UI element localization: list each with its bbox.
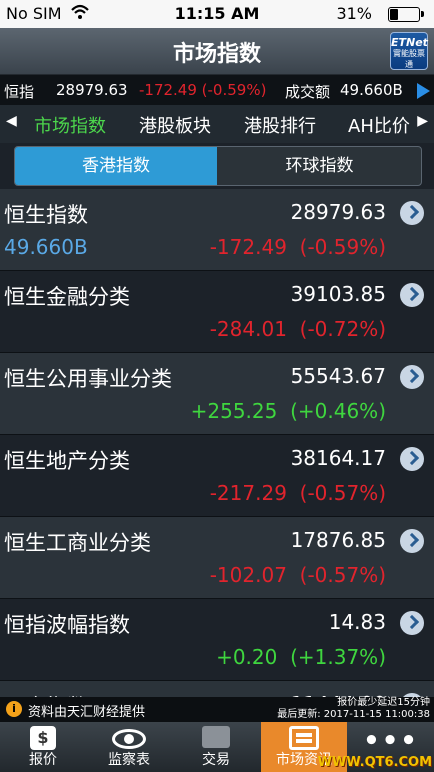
index-change-percent: (-0.57%) <box>299 563 386 587</box>
tab-market-index[interactable]: 市场指数 <box>34 112 106 138</box>
index-row[interactable]: 恒生地产分类 38164.17 -217.29 (-0.57%) <box>0 435 434 517</box>
battery-percent: 31% <box>336 4 372 23</box>
ticker-change: -172.49 (-0.59%) <box>139 81 267 99</box>
index-change-percent: (-0.59%) <box>299 235 386 259</box>
index-change: +255.25 (+0.46%) <box>191 399 386 423</box>
index-change-percent: (+0.46%) <box>290 399 386 423</box>
battery-icon <box>388 7 424 22</box>
ticker-volume-label: 成交额 <box>285 83 331 101</box>
index-value: 39103.85 <box>290 282 386 306</box>
chevron-right-icon[interactable] <box>400 201 424 225</box>
index-value: 14.83 <box>328 610 386 634</box>
chevron-right-icon[interactable]: ▶ <box>417 113 428 129</box>
chevron-right-icon[interactable] <box>400 447 424 471</box>
index-ticker[interactable]: 恒指 28979.63 -172.49 (-0.59%) 成交额 49.660B <box>0 75 434 105</box>
index-turnover: 49.660B <box>4 235 88 259</box>
ticker-label: 恒指 <box>4 83 35 101</box>
index-row[interactable]: 恒生金融分类 39103.85 -284.01 (-0.72%) <box>0 271 434 353</box>
chevron-left-icon[interactable]: ◀ <box>6 113 17 129</box>
index-change: -102.07 (-0.57%) <box>210 563 386 587</box>
index-change-points: -284.01 <box>209 317 287 341</box>
chevron-right-icon[interactable] <box>400 611 424 635</box>
index-change-percent: (-0.57%) <box>299 481 386 505</box>
region-segment: 香港指数 环球指数 <box>14 146 422 186</box>
info-icon: i <box>6 701 22 717</box>
tabbar-quote-label: 报价 <box>29 752 57 768</box>
play-icon[interactable] <box>417 83 430 99</box>
update-info: 报价最少延迟15分钟 最后更新: 2017-11-15 11:00:38 <box>277 697 430 721</box>
index-change: -217.29 (-0.57%) <box>210 481 386 505</box>
logo-text: 實能股票通 <box>393 49 425 69</box>
status-bar: No SIM 11:15 AM 31% <box>0 0 434 28</box>
index-value: 55543.67 <box>290 364 386 388</box>
index-value: 38164.17 <box>290 446 386 470</box>
index-change: -172.49 (-0.59%) <box>210 235 386 259</box>
trade-icon <box>202 726 230 748</box>
index-change-points: -102.07 <box>209 563 287 587</box>
index-list: 恒生指数 28979.63 49.660B -172.49 (-0.59%) 恒生金融分… <box>0 189 434 697</box>
chevron-right-icon[interactable] <box>400 529 424 553</box>
index-change: +0.20 (+1.37%) <box>216 645 386 669</box>
index-name: 恒生公用事业分类 <box>4 367 172 391</box>
more-icon: ••• <box>363 726 419 756</box>
index-change-points: +0.20 <box>216 645 278 669</box>
index-change-points: -172.49 <box>209 235 287 259</box>
watermark: WWW.QT6.COM <box>317 755 432 770</box>
ticker-volume: 49.660B <box>340 81 403 99</box>
index-row[interactable]: 恒生工商业分类 17876.85 -102.07 (-0.57%) <box>0 517 434 599</box>
logo-mark: ETNet <box>391 36 428 49</box>
index-name: 恒生工商业分类 <box>4 531 151 555</box>
index-row[interactable]: 国企指数11444.00 <box>0 681 434 697</box>
quote-icon: $ <box>30 726 56 750</box>
tab-sectors[interactable]: 港股板块 <box>139 112 211 138</box>
index-name: 恒指波幅指数 <box>4 613 130 637</box>
market-icon <box>289 726 319 750</box>
index-change-percent: (-0.72%) <box>299 317 386 341</box>
index-value: 28979.63 <box>290 200 386 224</box>
tab-ah-ratio[interactable]: AH比价 <box>348 112 410 138</box>
data-source: 资料由天汇财经提供 <box>28 705 146 720</box>
app-logo[interactable]: ETNet 實能股票通 <box>390 32 428 70</box>
page-title: 市场指数 <box>172 42 261 67</box>
index-row[interactable]: 恒生公用事业分类 55543.67 +255.25 (+0.46%) <box>0 353 434 435</box>
bottom-tabbar: $ 报价 监察表 交易 市场资讯 ••• WWW.QT6.COM <box>0 722 434 772</box>
index-value: 17876.85 <box>290 528 386 552</box>
tabbar-trade-label: 交易 <box>202 752 230 768</box>
index-change-points: -217.29 <box>209 481 287 505</box>
tabbar-trade[interactable]: 交易 <box>173 722 259 772</box>
chevron-right-icon[interactable] <box>400 283 424 307</box>
index-row[interactable]: 恒指波幅指数 14.83 +0.20 (+1.37%) <box>0 599 434 681</box>
info-bar: i 资料由天汇财经提供 报价最少延迟15分钟 最后更新: 2017-11-15 … <box>0 697 434 722</box>
index-change-percent: (+1.37%) <box>290 645 386 669</box>
index-name: 恒生金融分类 <box>4 285 130 309</box>
category-tabs: ◀ 市场指数 港股板块 港股排行 AH比价 ▶ <box>0 105 434 143</box>
index-change: -284.01 (-0.72%) <box>210 317 386 341</box>
tabbar-quote[interactable]: $ 报价 <box>0 722 86 772</box>
ticker-value: 28979.63 <box>56 81 128 99</box>
delay-notice: 报价最少延迟15分钟 <box>337 697 430 708</box>
tab-rankings[interactable]: 港股排行 <box>244 112 316 138</box>
tabbar-watchlist-label: 监察表 <box>108 752 150 768</box>
segment-global-index[interactable]: 环球指数 <box>218 147 421 185</box>
index-name: 恒生地产分类 <box>4 449 130 473</box>
last-updated: 最后更新: 2017-11-15 11:00:38 <box>277 709 430 720</box>
title-bar: 市场指数 ETNet 實能股票通 <box>0 28 434 75</box>
chevron-right-icon[interactable] <box>400 365 424 389</box>
index-row[interactable]: 恒生指数 28979.63 49.660B -172.49 (-0.59%) <box>0 189 434 271</box>
index-name: 恒生指数 <box>4 203 88 227</box>
index-change-points: +255.25 <box>190 399 278 423</box>
segment-hk-index[interactable]: 香港指数 <box>15 147 217 185</box>
eye-icon <box>112 729 146 749</box>
tabbar-watchlist[interactable]: 监察表 <box>86 722 172 772</box>
